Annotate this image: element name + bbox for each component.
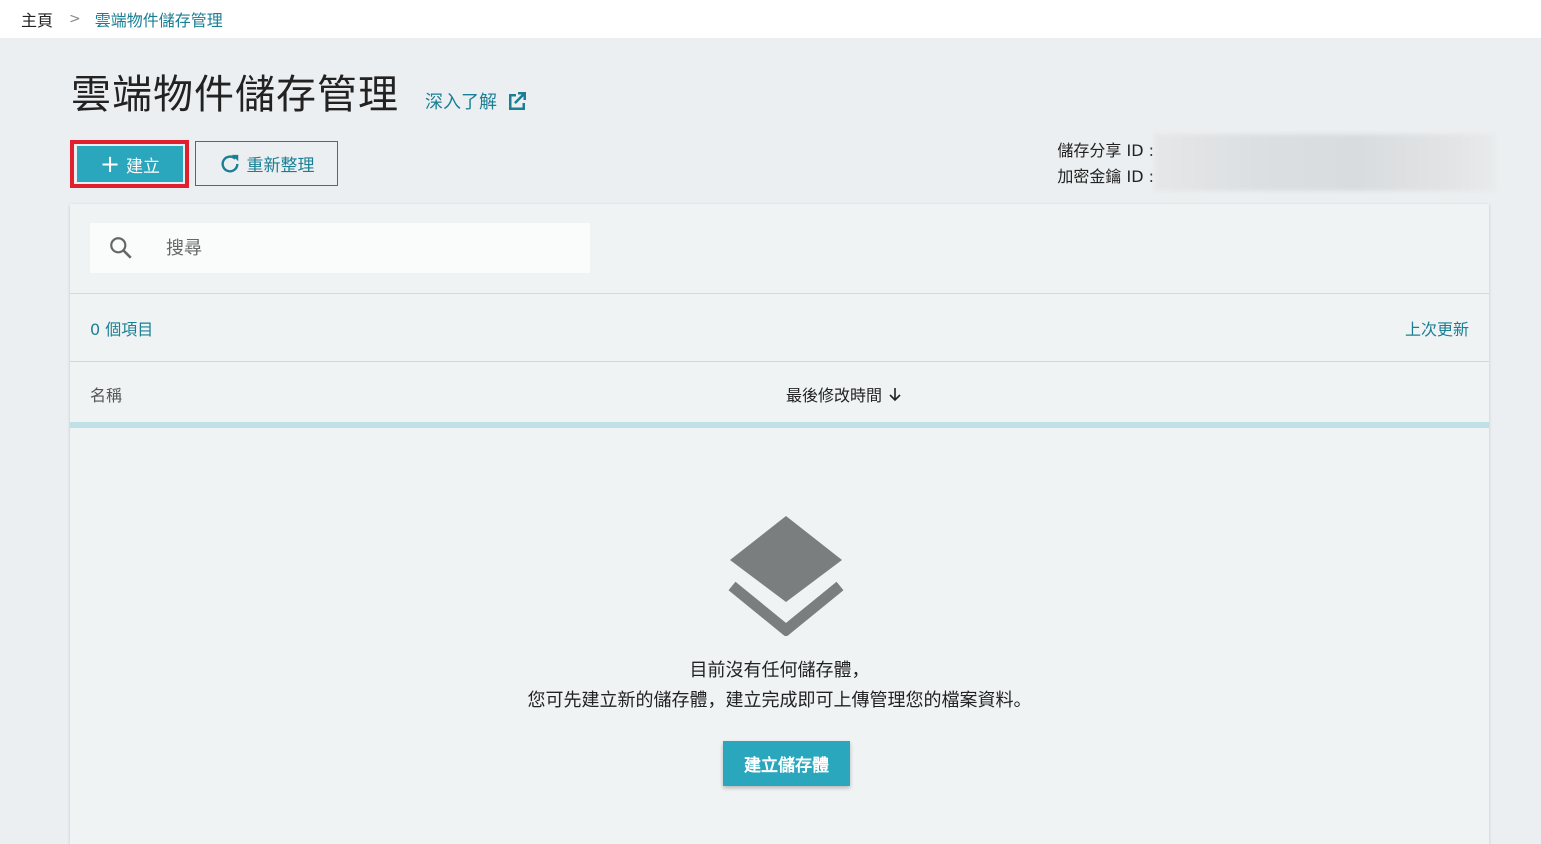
ids-redacted-value — [1154, 134, 1495, 191]
empty-state-message: 目前沒有任何儲存體， — [689, 660, 870, 681]
table-header: 名稱 最後修改時間 — [70, 362, 1489, 422]
column-last-modified-label: 最後修改時間 — [786, 386, 883, 405]
layers-icon — [728, 516, 844, 636]
breadcrumb-separator: > — [69, 11, 81, 27]
storage-share-id-label: 儲存分享 ID : — [1057, 141, 1154, 160]
refresh-button[interactable]: 重新整理 — [195, 141, 338, 186]
item-count: 0 個項目 — [90, 319, 154, 339]
arrow-down-icon — [889, 388, 901, 402]
refresh-icon — [221, 154, 239, 172]
breadcrumb-home[interactable]: 主頁 — [21, 7, 53, 31]
learn-more-link[interactable]: 深入了解 — [425, 88, 529, 114]
table-header-underline — [70, 422, 1489, 428]
last-updated-link[interactable]: 上次更新 — [1405, 316, 1469, 340]
empty-state-hint: 您可先建立新的儲存體，建立完成即可上傳管理您的檔案資料。 — [527, 690, 1032, 711]
column-name[interactable]: 名稱 — [90, 382, 122, 406]
list-summary: 0 個項目 上次更新 — [70, 294, 1489, 361]
create-button[interactable]: + 建立 — [77, 146, 183, 182]
search-icon — [110, 237, 132, 259]
external-link-icon — [509, 92, 526, 110]
create-storage-button[interactable]: 建立儲存體 — [723, 741, 850, 786]
encryption-key-id-label: 加密金鑰 ID : — [1057, 167, 1154, 186]
breadcrumb-current[interactable]: 雲端物件儲存管理 — [95, 7, 223, 31]
column-last-modified[interactable]: 最後修改時間 — [786, 382, 902, 406]
plus-icon: + — [99, 150, 121, 178]
search-input[interactable] — [166, 237, 566, 259]
breadcrumb: 主頁 > 雲端物件儲存管理 — [0, 0, 1541, 38]
search-box — [90, 223, 590, 273]
refresh-button-label: 重新整理 — [246, 156, 315, 176]
storage-list-panel: 0 個項目 上次更新 名稱 最後修改時間 目前沒有任何儲存體， 您可先建立新的儲… — [70, 204, 1489, 844]
page-header: 雲端物件儲存管理 深入了解 — [71, 70, 529, 120]
learn-more-label: 深入了解 — [425, 92, 497, 113]
create-button-label: 建立 — [126, 156, 161, 177]
ids-block: 儲存分享 ID : 加密金鑰 ID : — [1040, 138, 1154, 190]
page-title: 雲端物件儲存管理 — [71, 72, 399, 118]
